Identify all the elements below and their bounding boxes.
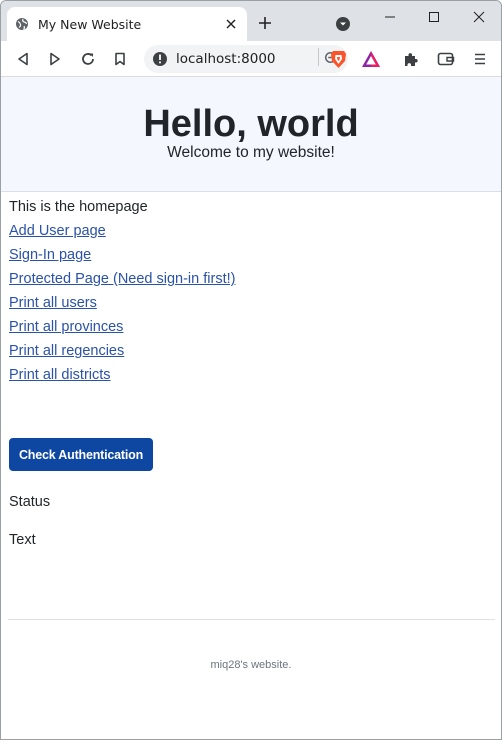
window-close-icon[interactable]: [456, 1, 501, 33]
close-icon[interactable]: [223, 16, 239, 32]
browser-window: My New Website localhost:8000 Hello, wor…: [0, 0, 502, 740]
globe-icon: [15, 17, 29, 31]
toolbar-separator: [318, 48, 319, 66]
link-protected-page[interactable]: Protected Page (Need sign-in first!): [9, 267, 235, 291]
main-content: This is the homepage Add User page Sign-…: [1, 192, 501, 548]
link-sign-in[interactable]: Sign-In page: [9, 243, 91, 267]
reload-icon[interactable]: [78, 49, 98, 69]
result-text: Text: [9, 532, 36, 548]
status-text: Status: [9, 494, 51, 510]
link-add-user[interactable]: Add User page: [9, 219, 106, 243]
info-icon[interactable]: [152, 51, 168, 67]
menu-icon[interactable]: [470, 49, 490, 69]
minimize-icon[interactable]: [367, 1, 413, 33]
tab-active[interactable]: My New Website: [7, 7, 247, 41]
hero-banner: Hello, world Welcome to my website!: [1, 77, 501, 192]
bookmark-icon[interactable]: [110, 49, 130, 69]
tab-title: My New Website: [38, 16, 142, 32]
intro-text: This is the homepage: [9, 199, 148, 215]
brave-rewards-icon[interactable]: [361, 49, 381, 69]
link-print-districts[interactable]: Print all districts: [9, 363, 111, 387]
link-print-users[interactable]: Print all users: [9, 291, 97, 315]
tab-search-icon[interactable]: [335, 16, 351, 32]
link-print-provinces[interactable]: Print all provinces: [9, 315, 123, 339]
brave-shield-icon[interactable]: [328, 49, 348, 69]
extensions-icon[interactable]: [401, 49, 421, 69]
nav-links: Add User page Sign-In page Protected Pag…: [9, 219, 501, 387]
link-print-regencies[interactable]: Print all regencies: [9, 339, 124, 363]
tab-strip: My New Website: [1, 1, 501, 41]
wallet-icon[interactable]: [436, 49, 456, 69]
url-text[interactable]: localhost:8000: [176, 51, 324, 67]
page-subtitle: Welcome to my website!: [167, 144, 335, 161]
browser-toolbar: localhost:8000: [1, 41, 501, 77]
check-authentication-button[interactable]: Check Authentication: [9, 438, 153, 471]
footer-divider: [8, 619, 495, 620]
back-icon[interactable]: [13, 49, 33, 69]
footer-text: miq28's website.: [210, 659, 292, 671]
forward-icon[interactable]: [45, 49, 65, 69]
page-content: Hello, world Welcome to my website! This…: [1, 77, 501, 739]
maximize-icon[interactable]: [411, 1, 457, 33]
plus-icon[interactable]: [257, 15, 273, 31]
page-title: Hello, world: [143, 103, 359, 145]
